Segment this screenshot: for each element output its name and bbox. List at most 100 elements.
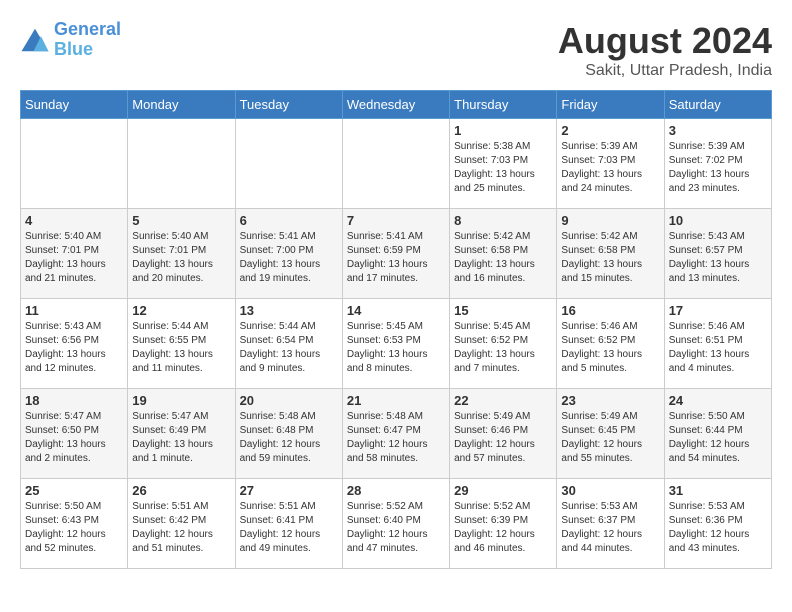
calendar-cell: 4 Sunrise: 5:40 AM Sunset: 7:01 PM Daylig… (21, 209, 128, 299)
calendar-cell: 7 Sunrise: 5:41 AM Sunset: 6:59 PM Daylig… (342, 209, 449, 299)
day-number: 18 (25, 393, 123, 408)
day-number: 31 (669, 483, 767, 498)
day-info: Sunrise: 5:53 AM Sunset: 6:37 PM Dayligh… (561, 500, 659, 556)
day-number: 13 (240, 303, 338, 318)
calendar-cell: 22Sunrise: 5:49 AM Sunset: 6:46 PM Dayli… (450, 389, 557, 479)
day-number: 3 (669, 123, 767, 138)
calendar-cell: 12 Sunrise: 5:44 AM Sunset: 6:55 PM Dayli… (128, 299, 235, 389)
calendar-cell: 1 Sunrise: 5:38 AM Sunset: 7:03 PM Daylig… (450, 119, 557, 209)
week-row-2: 4 Sunrise: 5:40 AM Sunset: 7:01 PM Daylig… (21, 209, 772, 299)
weekday-header-monday: Monday (128, 91, 235, 119)
day-number: 27 (240, 483, 338, 498)
day-number: 8 (454, 213, 552, 228)
day-info: Sunrise: 5:41 AM Sunset: 7:00 PM Dayligh… (240, 230, 338, 286)
day-number: 1 (454, 123, 552, 138)
day-info: Sunrise: 5:52 AM Sunset: 6:39 PM Dayligh… (454, 500, 552, 556)
calendar-cell: 23 Sunrise: 5:49 AM Sunset: 6:45 PM Dayli… (557, 389, 664, 479)
day-number: 5 (132, 213, 230, 228)
calendar-cell: 13Sunrise: 5:44 AM Sunset: 6:54 PM Dayli… (235, 299, 342, 389)
calendar-cell: 3 Sunrise: 5:39 AM Sunset: 7:02 PM Daylig… (664, 119, 771, 209)
calendar-table: SundayMondayTuesdayWednesdayThursdayFrid… (20, 90, 772, 569)
day-number: 26 (132, 483, 230, 498)
calendar-cell (235, 119, 342, 209)
main-title: August 2024 (558, 20, 772, 62)
day-info: Sunrise: 5:41 AM Sunset: 6:59 PM Dayligh… (347, 230, 445, 286)
calendar-cell: 26 Sunrise: 5:51 AM Sunset: 6:42 PM Dayli… (128, 479, 235, 569)
day-number: 6 (240, 213, 338, 228)
day-info: Sunrise: 5:39 AM Sunset: 7:03 PM Dayligh… (561, 140, 659, 196)
title-section: August 2024 Sakit, Uttar Pradesh, India (558, 20, 772, 80)
day-number: 14 (347, 303, 445, 318)
calendar-cell: 18 Sunrise: 5:47 AM Sunset: 6:50 PM Dayli… (21, 389, 128, 479)
day-number: 12 (132, 303, 230, 318)
day-number: 21 (347, 393, 445, 408)
weekday-header-thursday: Thursday (450, 91, 557, 119)
day-info: Sunrise: 5:48 AM Sunset: 6:47 PM Dayligh… (347, 410, 445, 466)
day-info: Sunrise: 5:49 AM Sunset: 6:45 PM Dayligh… (561, 410, 659, 466)
calendar-cell: 24 Sunrise: 5:50 AM Sunset: 6:44 PM Dayli… (664, 389, 771, 479)
weekday-header-saturday: Saturday (664, 91, 771, 119)
calendar-cell: 21 Sunrise: 5:48 AM Sunset: 6:47 PM Dayli… (342, 389, 449, 479)
day-number: 16 (561, 303, 659, 318)
weekday-header-friday: Friday (557, 91, 664, 119)
day-info: Sunrise: 5:46 AM Sunset: 6:52 PM Dayligh… (561, 320, 659, 376)
day-number: 24 (669, 393, 767, 408)
day-info: Sunrise: 5:46 AM Sunset: 6:51 PM Dayligh… (669, 320, 767, 376)
day-info: Sunrise: 5:39 AM Sunset: 7:02 PM Dayligh… (669, 140, 767, 196)
day-info: Sunrise: 5:44 AM Sunset: 6:55 PM Dayligh… (132, 320, 230, 376)
weekday-header-tuesday: Tuesday (235, 91, 342, 119)
day-info: Sunrise: 5:43 AM Sunset: 6:56 PM Dayligh… (25, 320, 123, 376)
day-info: Sunrise: 5:50 AM Sunset: 6:44 PM Dayligh… (669, 410, 767, 466)
calendar-cell: 27 Sunrise: 5:51 AM Sunset: 6:41 PM Dayli… (235, 479, 342, 569)
calendar-cell: 31Sunrise: 5:53 AM Sunset: 6:36 PM Dayli… (664, 479, 771, 569)
calendar-cell: 9Sunrise: 5:42 AM Sunset: 6:58 PM Daylig… (557, 209, 664, 299)
day-info: Sunrise: 5:51 AM Sunset: 6:41 PM Dayligh… (240, 500, 338, 556)
day-info: Sunrise: 5:40 AM Sunset: 7:01 PM Dayligh… (25, 230, 123, 286)
day-info: Sunrise: 5:38 AM Sunset: 7:03 PM Dayligh… (454, 140, 552, 196)
calendar-cell: 8Sunrise: 5:42 AM Sunset: 6:58 PM Daylig… (450, 209, 557, 299)
day-number: 4 (25, 213, 123, 228)
calendar-cell (342, 119, 449, 209)
calendar-cell: 29 Sunrise: 5:52 AM Sunset: 6:39 PM Dayli… (450, 479, 557, 569)
day-info: Sunrise: 5:45 AM Sunset: 6:53 PM Dayligh… (347, 320, 445, 376)
calendar-cell: 16 Sunrise: 5:46 AM Sunset: 6:52 PM Dayli… (557, 299, 664, 389)
calendar-cell: 10 Sunrise: 5:43 AM Sunset: 6:57 PM Dayli… (664, 209, 771, 299)
logo-text: General Blue (54, 20, 121, 60)
day-number: 30 (561, 483, 659, 498)
calendar-cell: 15Sunrise: 5:45 AM Sunset: 6:52 PM Dayli… (450, 299, 557, 389)
calendar-cell: 30 Sunrise: 5:53 AM Sunset: 6:37 PM Dayli… (557, 479, 664, 569)
day-number: 23 (561, 393, 659, 408)
calendar-cell: 11 Sunrise: 5:43 AM Sunset: 6:56 PM Dayli… (21, 299, 128, 389)
day-number: 2 (561, 123, 659, 138)
calendar-cell: 14 Sunrise: 5:45 AM Sunset: 6:53 PM Dayli… (342, 299, 449, 389)
day-info: Sunrise: 5:52 AM Sunset: 6:40 PM Dayligh… (347, 500, 445, 556)
weekday-header-row: SundayMondayTuesdayWednesdayThursdayFrid… (21, 91, 772, 119)
page-header: General Blue August 2024 Sakit, Uttar Pr… (20, 20, 772, 80)
day-number: 29 (454, 483, 552, 498)
day-number: 19 (132, 393, 230, 408)
day-number: 7 (347, 213, 445, 228)
day-info: Sunrise: 5:51 AM Sunset: 6:42 PM Dayligh… (132, 500, 230, 556)
week-row-4: 18 Sunrise: 5:47 AM Sunset: 6:50 PM Dayli… (21, 389, 772, 479)
day-info: Sunrise: 5:47 AM Sunset: 6:50 PM Dayligh… (25, 410, 123, 466)
day-number: 11 (25, 303, 123, 318)
weekday-header-wednesday: Wednesday (342, 91, 449, 119)
day-info: Sunrise: 5:47 AM Sunset: 6:49 PM Dayligh… (132, 410, 230, 466)
day-number: 17 (669, 303, 767, 318)
day-number: 10 (669, 213, 767, 228)
day-info: Sunrise: 5:45 AM Sunset: 6:52 PM Dayligh… (454, 320, 552, 376)
calendar-cell: 17 Sunrise: 5:46 AM Sunset: 6:51 PM Dayli… (664, 299, 771, 389)
day-info: Sunrise: 5:48 AM Sunset: 6:48 PM Dayligh… (240, 410, 338, 466)
weekday-header-sunday: Sunday (21, 91, 128, 119)
logo: General Blue (20, 20, 121, 60)
day-number: 28 (347, 483, 445, 498)
calendar-cell: 5 Sunrise: 5:40 AM Sunset: 7:01 PM Daylig… (128, 209, 235, 299)
day-info: Sunrise: 5:40 AM Sunset: 7:01 PM Dayligh… (132, 230, 230, 286)
calendar-cell: 20Sunrise: 5:48 AM Sunset: 6:48 PM Dayli… (235, 389, 342, 479)
day-info: Sunrise: 5:50 AM Sunset: 6:43 PM Dayligh… (25, 500, 123, 556)
week-row-3: 11 Sunrise: 5:43 AM Sunset: 6:56 PM Dayli… (21, 299, 772, 389)
day-info: Sunrise: 5:43 AM Sunset: 6:57 PM Dayligh… (669, 230, 767, 286)
calendar-cell: 2 Sunrise: 5:39 AM Sunset: 7:03 PM Daylig… (557, 119, 664, 209)
calendar-cell: 25 Sunrise: 5:50 AM Sunset: 6:43 PM Dayli… (21, 479, 128, 569)
day-number: 25 (25, 483, 123, 498)
